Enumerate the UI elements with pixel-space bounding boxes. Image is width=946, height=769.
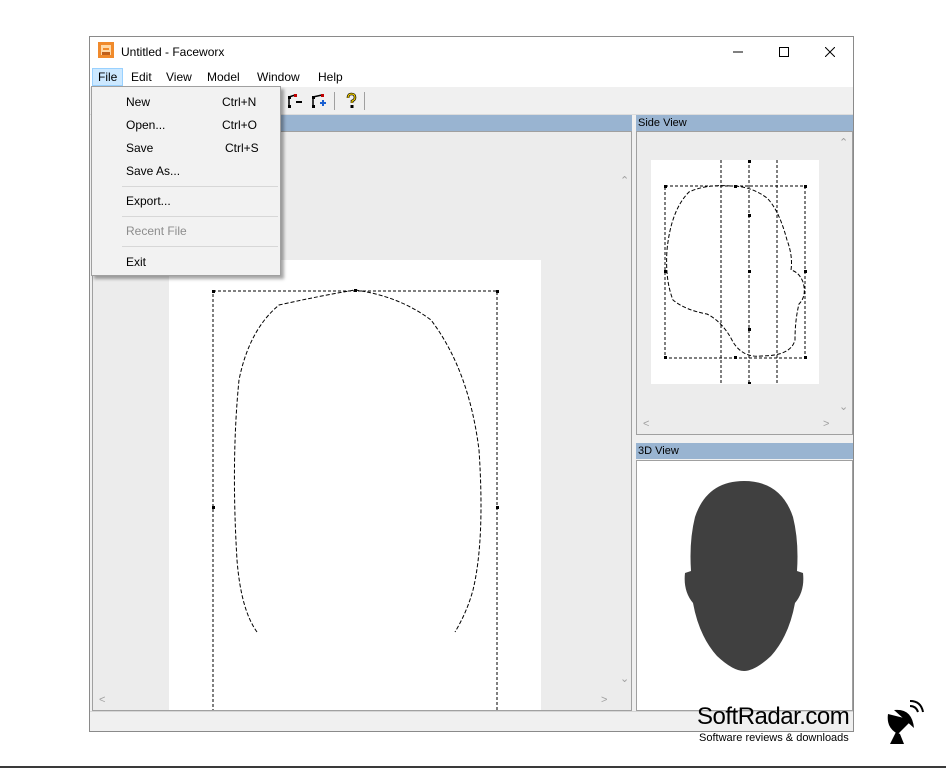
toolbar-separator bbox=[334, 92, 335, 110]
menu-separator bbox=[122, 186, 278, 187]
minimize-icon bbox=[733, 51, 743, 53]
menu-item-label: Save bbox=[126, 141, 154, 155]
file-menu-dropdown: New Ctrl+N Open... Ctrl+O Save Ctrl+S Sa… bbox=[91, 86, 281, 276]
side-scroll-left-arrow[interactable]: < bbox=[643, 418, 649, 430]
menu-item-shortcut: Ctrl+N bbox=[222, 95, 257, 109]
front-scroll-down-arrow[interactable]: ⌄ bbox=[620, 672, 629, 685]
faceworx-app-icon bbox=[98, 42, 114, 58]
close-button[interactable] bbox=[807, 37, 853, 67]
menu-item-recent-file: Recent File bbox=[92, 220, 280, 242]
menu-window[interactable]: Window bbox=[252, 69, 305, 85]
side-scroll-right-arrow[interactable]: > bbox=[823, 418, 829, 430]
minimize-button[interactable] bbox=[715, 37, 761, 67]
remove-point-icon[interactable] bbox=[286, 92, 304, 110]
menu-view[interactable]: View bbox=[161, 69, 197, 85]
maximize-icon bbox=[779, 47, 789, 57]
satellite-dish-icon bbox=[887, 700, 924, 744]
menu-item-exit[interactable]: Exit bbox=[92, 251, 280, 273]
front-scroll-left-arrow[interactable]: < bbox=[99, 694, 105, 706]
menu-item-label: Recent File bbox=[126, 224, 187, 238]
front-face-outline bbox=[212, 289, 499, 710]
3d-head-render bbox=[684, 481, 804, 671]
side-view-canvas[interactable] bbox=[651, 132, 819, 414]
menu-item-label: Open... bbox=[126, 118, 166, 132]
menu-item-open[interactable]: Open... Ctrl+O bbox=[92, 114, 280, 136]
menu-file[interactable]: File bbox=[92, 68, 124, 86]
menu-item-save[interactable]: Save Ctrl+S bbox=[92, 137, 280, 159]
window-title: Untitled - Faceworx bbox=[121, 45, 225, 59]
menu-item-label: New bbox=[126, 95, 151, 109]
watermark-tagline: Software reviews & downloads bbox=[699, 732, 849, 744]
side-scroll-up-arrow[interactable]: ⌃ bbox=[839, 136, 848, 149]
menu-item-export[interactable]: Export... bbox=[92, 190, 280, 212]
menu-item-new[interactable]: New Ctrl+N bbox=[92, 91, 280, 113]
menu-edit[interactable]: Edit bbox=[126, 69, 157, 85]
menu-separator bbox=[122, 246, 278, 247]
side-face-outline bbox=[664, 132, 807, 414]
toolbar-separator bbox=[364, 92, 365, 110]
watermark-brand: SoftRadar.com bbox=[697, 703, 850, 730]
title-bar: Untitled - Faceworx bbox=[90, 37, 853, 67]
side-view-panel: ⌃ ⌄ < > bbox=[636, 131, 853, 435]
side-view-caption: Side View bbox=[636, 115, 853, 131]
maximize-button[interactable] bbox=[761, 37, 807, 67]
close-icon bbox=[825, 47, 835, 57]
help-icon[interactable] bbox=[342, 92, 360, 110]
menu-help[interactable]: Help bbox=[313, 69, 348, 85]
menu-item-shortcut: Ctrl+S bbox=[225, 141, 259, 155]
menu-item-save-as[interactable]: Save As... bbox=[92, 160, 280, 182]
menu-item-label: Save As... bbox=[126, 164, 181, 178]
menu-item-label: Exit bbox=[126, 255, 147, 269]
add-point-icon[interactable] bbox=[310, 92, 328, 110]
3d-view-panel[interactable] bbox=[636, 460, 853, 711]
side-scroll-down-arrow[interactable]: ⌄ bbox=[839, 400, 848, 413]
menu-model[interactable]: Model bbox=[202, 69, 245, 85]
front-view-canvas[interactable] bbox=[169, 260, 541, 710]
page-bottom-rule bbox=[0, 766, 946, 768]
front-scroll-right-arrow[interactable]: > bbox=[601, 694, 607, 706]
menu-item-shortcut: Ctrl+O bbox=[222, 118, 258, 132]
menu-bar: File Edit View Model Window Help bbox=[90, 67, 853, 87]
front-scroll-up-arrow[interactable]: ⌃ bbox=[620, 174, 629, 187]
3d-view-caption: 3D View bbox=[636, 443, 853, 459]
menu-item-label: Export... bbox=[126, 194, 171, 208]
menu-separator bbox=[122, 216, 278, 217]
